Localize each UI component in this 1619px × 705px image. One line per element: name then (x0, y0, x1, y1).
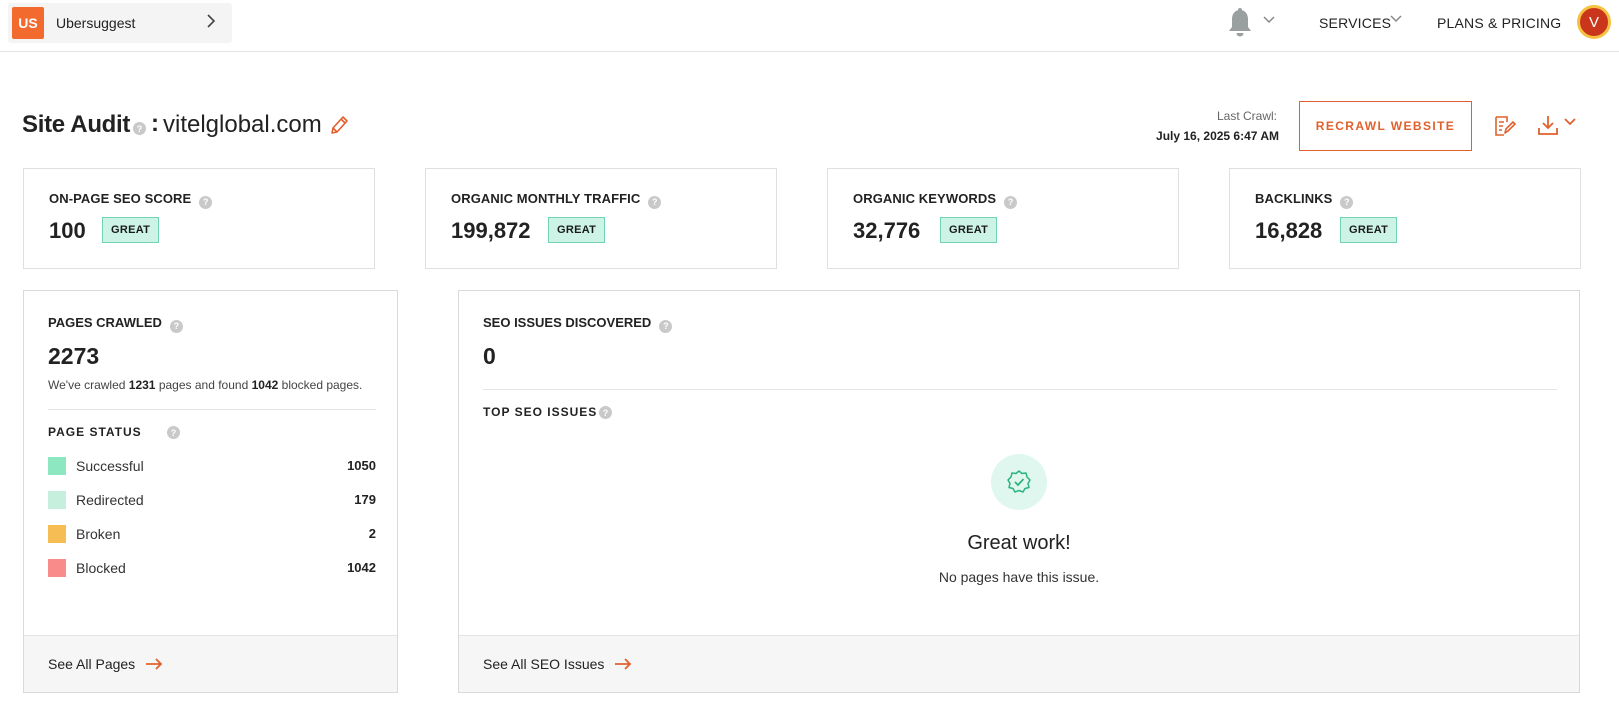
arrow-right-icon (146, 658, 163, 670)
divider (483, 389, 1557, 390)
metric-card-backlinks: BACKLINKS? 16,828 GREAT (1229, 168, 1581, 269)
chevron-right-icon (207, 14, 216, 28)
pages-crawled-label: PAGES CRAWLED (48, 315, 162, 330)
status-badge: GREAT (548, 217, 606, 243)
project-selector[interactable]: US Ubersuggest (8, 3, 232, 43)
status-badge: GREAT (940, 217, 998, 243)
badge-check-icon (1007, 470, 1031, 493)
crawled-count: 1231 (128, 378, 156, 392)
status-count: 1050 (347, 458, 376, 473)
status-name: Successful (76, 458, 144, 474)
pages-crawled-value: 2273 (48, 343, 100, 369)
metric-label: ORGANIC KEYWORDS (853, 191, 997, 206)
see-all-seo-issues-label: See All SEO Issues (483, 656, 605, 672)
metric-label: BACKLINKS (1255, 191, 1333, 206)
metric-card-organic-keywords: ORGANIC KEYWORDS? 32,776 GREAT (827, 168, 1179, 269)
pencil-icon[interactable] (329, 114, 349, 136)
help-icon[interactable]: ? (169, 319, 183, 333)
metric-card-seo-score: ON-PAGE SEO SCORE? 100 GREAT (23, 168, 375, 269)
status-row-redirected: Redirected 179 (48, 490, 376, 510)
see-all-pages-label: See All Pages (48, 656, 136, 672)
status-count: 2 (368, 526, 376, 541)
top-seo-issues-label: TOP SEO ISSUES (483, 405, 598, 419)
see-all-pages-link[interactable]: See All Pages (48, 656, 163, 672)
audit-domain: vitelglobal.com (163, 111, 322, 138)
pages-crawled-panel: PAGES CRAWLED? 2273 We've crawled 1231 p… (23, 290, 398, 693)
pages-panel-footer: See All Pages (24, 635, 397, 692)
top-navigation-bar: US Ubersuggest SERVICES PLANS & PRICING … (0, 0, 1619, 52)
title-separator: : (151, 110, 159, 137)
chevron-down-icon[interactable] (1390, 15, 1402, 23)
page-title: Site Audit (22, 111, 131, 138)
project-name: Ubersuggest (56, 15, 136, 31)
help-icon[interactable]: ? (1004, 195, 1018, 209)
help-icon[interactable]: ? (1340, 195, 1354, 209)
metric-label: ON-PAGE SEO SCORE (49, 191, 192, 206)
status-row-successful: Successful 1050 (48, 456, 376, 476)
help-icon[interactable]: ? (659, 319, 673, 333)
empty-state-title: Great work! (967, 532, 1071, 554)
arrow-right-icon (615, 658, 632, 670)
help-icon[interactable]: ? (599, 406, 612, 419)
project-logo: US (12, 7, 44, 39)
status-count: 179 (354, 492, 376, 507)
status-badge: GREAT (1340, 217, 1398, 243)
download-icon[interactable] (1536, 113, 1560, 137)
status-swatch (48, 525, 66, 543)
report-edit-icon[interactable] (1492, 114, 1516, 138)
chevron-down-icon[interactable] (1263, 16, 1275, 24)
bell-icon[interactable] (1226, 7, 1254, 39)
metric-label: ORGANIC MONTHLY TRAFFIC (451, 191, 641, 206)
last-crawl-label: Last Crawl: (1216, 109, 1277, 123)
status-row-blocked: Blocked 1042 (48, 558, 376, 578)
services-menu[interactable]: SERVICES (1319, 15, 1391, 31)
help-icon[interactable]: ? (199, 195, 213, 209)
help-icon[interactable]: ? (648, 195, 662, 209)
metric-value: 32,776 (853, 218, 921, 243)
status-row-broken: Broken 2 (48, 524, 376, 544)
divider (48, 409, 376, 410)
status-name: Broken (76, 526, 121, 542)
last-crawl-date: July 16, 2025 6:47 AM (1156, 129, 1279, 143)
seo-issues-panel: SEO ISSUES DISCOVERED? 0 TOP SEO ISSUES … (458, 290, 1580, 693)
recrawl-website-button[interactable]: RECRAWL WEBSITE (1299, 101, 1472, 151)
status-swatch (48, 491, 66, 509)
status-badge: GREAT (102, 217, 160, 243)
seo-panel-footer: See All SEO Issues (459, 635, 1579, 692)
seo-issues-label: SEO ISSUES DISCOVERED (483, 315, 652, 330)
metric-value: 199,872 (451, 218, 531, 243)
status-name: Blocked (76, 560, 126, 576)
help-icon[interactable]: ? (133, 122, 146, 135)
see-all-seo-issues-link[interactable]: See All SEO Issues (483, 656, 632, 672)
crawl-description: We've crawled 1231 pages and found 1042 … (48, 378, 363, 392)
chevron-down-icon[interactable] (1564, 118, 1576, 126)
status-swatch (48, 457, 66, 475)
help-icon[interactable]: ? (167, 426, 180, 439)
plans-pricing-link[interactable]: PLANS & PRICING (1437, 15, 1561, 31)
metric-card-organic-traffic: ORGANIC MONTHLY TRAFFIC? 199,872 GREAT (425, 168, 777, 269)
page-status-label: PAGE STATUS (48, 425, 142, 439)
user-avatar[interactable]: V (1577, 5, 1611, 39)
status-swatch (48, 559, 66, 577)
empty-state-subtitle: No pages have this issue. (938, 569, 1100, 585)
status-count: 1042 (347, 560, 376, 575)
metric-value: 100 (49, 218, 86, 243)
status-name: Redirected (76, 492, 144, 508)
seo-issues-value: 0 (483, 343, 496, 369)
success-badge (991, 454, 1047, 510)
metric-value: 16,828 (1255, 218, 1323, 243)
blocked-count: 1042 (251, 378, 279, 392)
